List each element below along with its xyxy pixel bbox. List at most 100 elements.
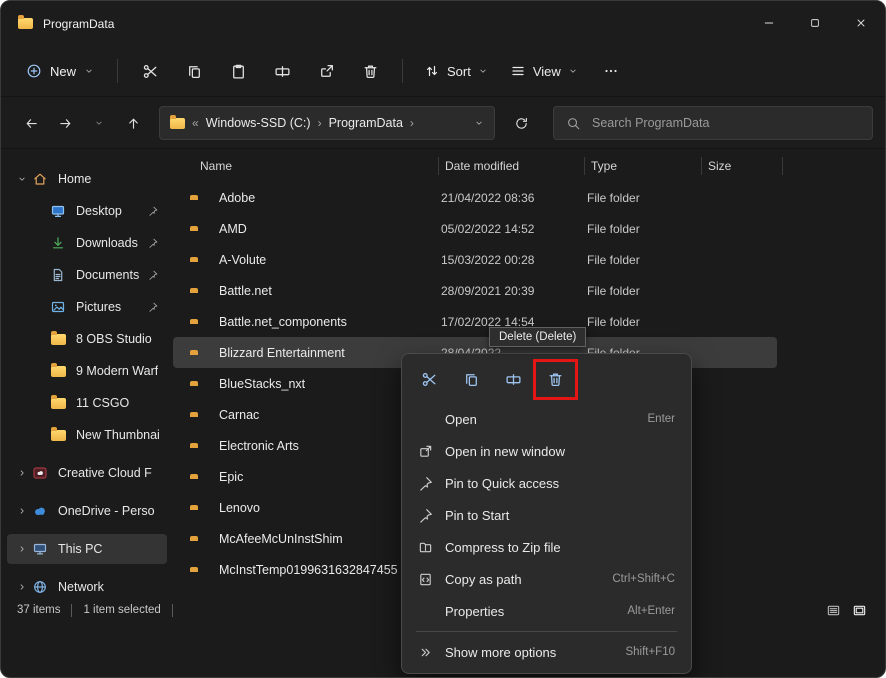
file-row[interactable]: Battle.net 28/09/2021 20:39 File folder	[173, 275, 777, 306]
ctx-item-properties[interactable]: Properties Alt+Enter	[407, 595, 686, 627]
delete-button[interactable]	[350, 53, 390, 89]
sort-button[interactable]: Sort	[415, 53, 497, 89]
column-header-type[interactable]: Type	[591, 159, 617, 173]
file-row[interactable]: Battle.net_components 17/02/2022 14:54 F…	[173, 306, 777, 337]
sidebar-item-obs-studio[interactable]: 8 OBS Studio	[7, 324, 167, 354]
chevron-right-icon[interactable]	[12, 506, 31, 516]
sidebar-item-downloads[interactable]: Downloads	[7, 228, 167, 258]
column-divider[interactable]	[782, 157, 783, 175]
back-button[interactable]	[15, 107, 47, 139]
ctx-delete-button[interactable]	[537, 363, 574, 396]
search-input[interactable]	[590, 115, 860, 131]
pin-icon	[418, 508, 445, 523]
sidebar-item-label: Home	[58, 172, 92, 186]
chevron-right-icon[interactable]	[12, 582, 31, 592]
ctx-item-show-more-options[interactable]: Show more options Shift+F10	[407, 636, 686, 668]
breadcrumb-overflow[interactable]: «	[192, 116, 199, 130]
column-header-size[interactable]: Size	[708, 159, 731, 173]
ctx-copy-button[interactable]	[453, 363, 490, 396]
file-type: File folder	[587, 221, 640, 236]
ctx-item-pin-quick-access[interactable]: Pin to Quick access	[407, 467, 686, 499]
copy-button[interactable]	[174, 53, 214, 89]
sidebar-item-modern-warfare[interactable]: 9 Modern Warf	[7, 356, 167, 386]
cut-button[interactable]	[130, 53, 170, 89]
file-name: Electronic Arts	[219, 438, 299, 453]
sidebar-item-onedrive[interactable]: OneDrive - Perso	[7, 496, 167, 526]
file-date: 28/09/2021 20:39	[441, 283, 535, 298]
share-button[interactable]	[306, 53, 346, 89]
sidebar: Home Desktop Downloads Documents Picture…	[1, 150, 173, 595]
status-divider	[71, 603, 73, 617]
file-date: 05/02/2022 14:52	[441, 221, 535, 236]
large-icons-view-button[interactable]	[849, 601, 869, 619]
menu-item-label: Compress to Zip file	[445, 539, 561, 555]
paste-button[interactable]	[218, 53, 258, 89]
new-button[interactable]: New	[15, 54, 105, 88]
file-row[interactable]: AMD 05/02/2022 14:52 File folder	[173, 213, 777, 244]
maximize-button[interactable]	[792, 2, 838, 44]
sidebar-item-csgo[interactable]: 11 CSGO	[7, 388, 167, 418]
file-row[interactable]: Adobe 21/04/2022 08:36 File folder	[173, 182, 777, 213]
view-list-icon	[512, 66, 524, 76]
breadcrumb-chevron[interactable]: ›	[318, 116, 322, 130]
sidebar-item-this-pc[interactable]: This PC	[7, 534, 167, 564]
minimize-button[interactable]	[746, 2, 792, 44]
menu-item-shortcut: Shift+F10	[625, 646, 675, 658]
close-button[interactable]	[838, 2, 884, 44]
column-header-name[interactable]: Name	[200, 159, 232, 173]
column-divider[interactable]	[584, 157, 585, 175]
refresh-button[interactable]	[505, 107, 537, 139]
ctx-item-copy-as-path[interactable]: Copy as path Ctrl+Shift+C	[407, 563, 686, 595]
breadcrumb-item-folder[interactable]: ProgramData	[329, 116, 403, 130]
plus-circle-icon	[26, 63, 42, 79]
file-type: File folder	[587, 314, 640, 329]
folder-icon	[170, 114, 185, 129]
see-more-button[interactable]	[591, 53, 631, 89]
breadcrumb-item-drive[interactable]: Windows-SSD (C:)	[206, 116, 311, 130]
ctx-item-compress-zip[interactable]: Compress to Zip file	[407, 531, 686, 563]
column-divider[interactable]	[701, 157, 702, 175]
chevron-down-icon[interactable]	[12, 174, 31, 184]
address-dropdown-button[interactable]	[474, 118, 484, 128]
sidebar-item-desktop[interactable]: Desktop	[7, 196, 167, 226]
sidebar-item-documents[interactable]: Documents	[7, 260, 167, 290]
sidebar-item-creative-cloud[interactable]: Creative Cloud F	[7, 458, 167, 488]
delete-tooltip: Delete (Delete)	[489, 327, 587, 347]
menu-item-label: Pin to Quick access	[445, 475, 560, 491]
copy-icon	[466, 373, 477, 386]
download-icon	[49, 235, 67, 251]
column-divider[interactable]	[438, 157, 439, 175]
search-box[interactable]	[553, 106, 873, 140]
column-header-date[interactable]: Date modified	[445, 159, 519, 173]
ctx-rename-button[interactable]	[495, 363, 532, 396]
chevron-right-icon[interactable]	[12, 544, 31, 554]
sidebar-item-label: Pictures	[76, 300, 122, 314]
zip-folder-icon	[418, 540, 445, 555]
ctx-item-open-new-window[interactable]: Open in new window	[407, 435, 686, 467]
sidebar-item-network[interactable]: Network	[7, 572, 167, 595]
creative-cloud-icon	[31, 465, 49, 481]
ctx-cut-button[interactable]	[411, 363, 448, 396]
file-type: File folder	[587, 283, 640, 298]
file-row[interactable]: A-Volute 15/03/2022 00:28 File folder	[173, 244, 777, 275]
forward-button[interactable]	[49, 107, 81, 139]
file-name: Blizzard Entertainment	[219, 345, 345, 360]
view-button[interactable]: View	[501, 53, 587, 89]
chevron-down-icon	[568, 66, 578, 76]
chevron-right-icon[interactable]	[12, 468, 31, 478]
recent-locations-button[interactable]	[83, 107, 115, 139]
sidebar-item-pictures[interactable]: Pictures	[7, 292, 167, 322]
sidebar-item-home[interactable]: Home	[7, 164, 167, 194]
address-bar[interactable]: « Windows-SSD (C:) › ProgramData ›	[159, 106, 495, 140]
sidebar-item-new-thumbnails[interactable]: New Thumbnai	[7, 420, 167, 450]
details-view-button[interactable]	[823, 601, 843, 619]
up-button[interactable]	[117, 107, 149, 139]
pin-icon	[148, 206, 158, 216]
pictures-icon	[49, 299, 67, 315]
ctx-item-pin-to-start[interactable]: Pin to Start	[407, 499, 686, 531]
breadcrumb-chevron[interactable]: ›	[410, 116, 414, 130]
ctx-item-open[interactable]: Open Enter	[407, 403, 686, 435]
rename-button[interactable]	[262, 53, 302, 89]
sidebar-item-label: This PC	[58, 542, 103, 556]
sidebar-item-label: 8 OBS Studio	[76, 332, 152, 346]
